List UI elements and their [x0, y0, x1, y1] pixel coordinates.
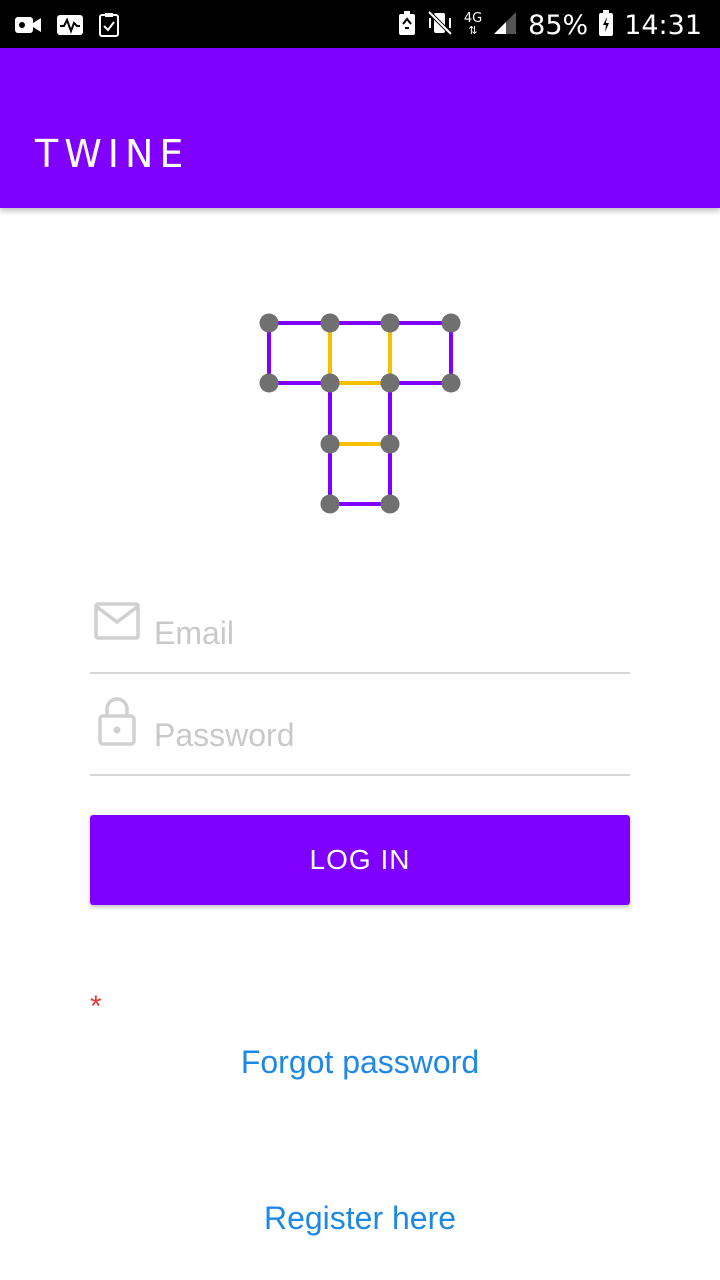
battery-percentage: 85% [528, 9, 589, 41]
lock-icon [98, 696, 136, 751]
email-icon [93, 601, 141, 646]
status-bar-notifications [14, 12, 120, 43]
logo-nodes [259, 313, 461, 514]
battery-icon [598, 9, 614, 42]
forgot-password-link[interactable]: Forgot password [0, 1044, 720, 1081]
clock: 14:31 [624, 9, 702, 41]
app-title: TWINE [35, 132, 190, 176]
vibrate-mute-icon [426, 10, 454, 41]
register-link[interactable]: Register here [0, 1200, 720, 1237]
twine-logo-icon [250, 305, 470, 525]
password-field[interactable] [90, 694, 630, 776]
email-field[interactable] [90, 592, 630, 674]
battery-saver-icon [398, 10, 416, 41]
password-input[interactable] [154, 712, 614, 758]
status-bar: 4G ⇅ 85% 14:31 [0, 0, 720, 48]
network-4g-icon: 4G ⇅ [464, 12, 482, 37]
logo-lines [267, 321, 453, 506]
video-camera-icon [14, 14, 42, 41]
app-bar: TWINE [0, 48, 720, 208]
email-input[interactable] [154, 610, 614, 656]
login-button[interactable]: LOG IN [90, 815, 630, 905]
signal-icon [492, 10, 518, 41]
activity-monitor-icon [56, 14, 84, 41]
data-arrows-icon: ⇅ [468, 24, 478, 37]
clipboard-check-icon [98, 12, 120, 43]
required-marker: * [90, 990, 102, 1023]
status-bar-system: 4G ⇅ 85% 14:31 [398, 8, 702, 42]
